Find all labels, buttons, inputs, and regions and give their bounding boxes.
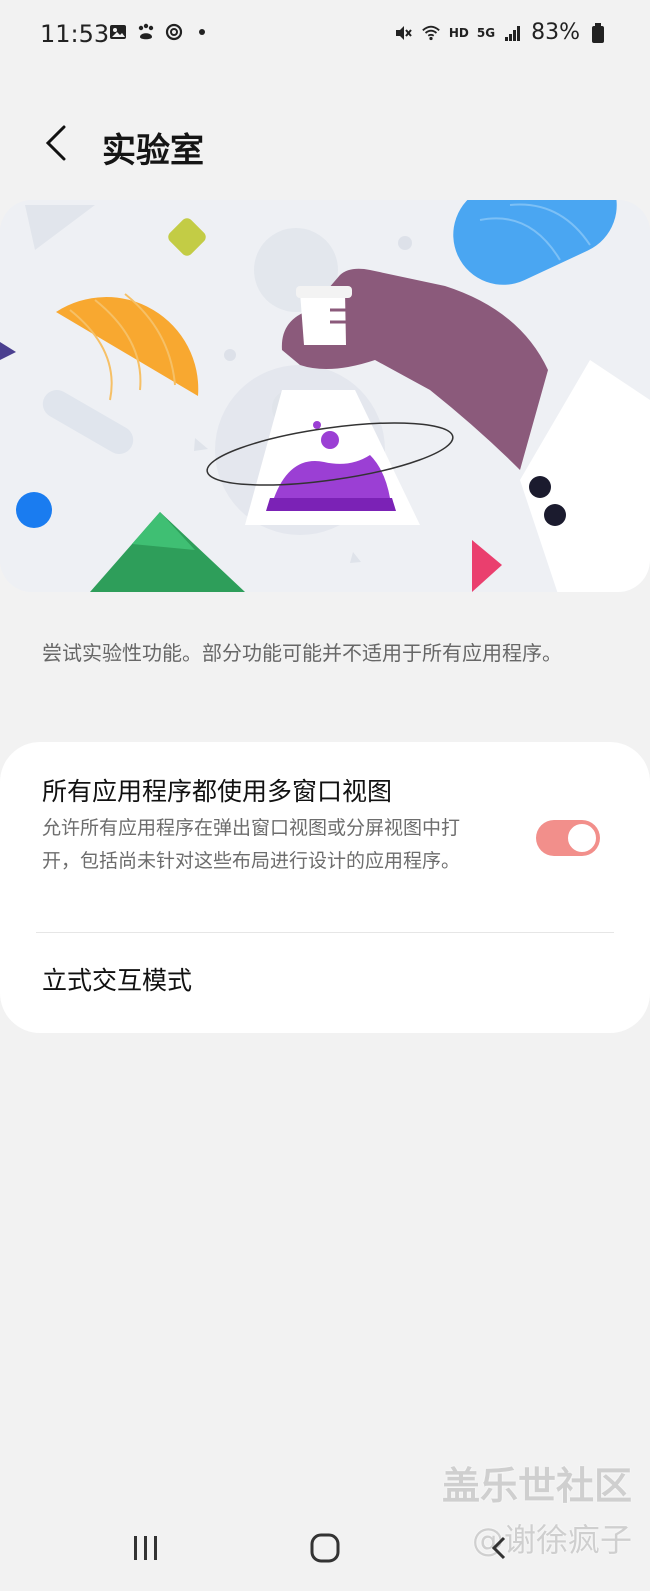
multi-window-toggle[interactable] (536, 820, 600, 856)
multi-window-setting[interactable]: 所有应用程序都使用多窗口视图 允许所有应用程序在弹出窗口视图或分屏视图中打开，包… (0, 742, 650, 932)
home-button[interactable] (295, 1528, 355, 1568)
back-button[interactable] (42, 123, 70, 163)
lab-flask-illustration (0, 200, 650, 592)
hd-label: HD (448, 25, 469, 40)
back-icon (491, 1536, 506, 1560)
recents-button[interactable] (116, 1528, 176, 1568)
sync-icon (164, 22, 184, 42)
network-type-label: 5G (476, 25, 496, 40)
recents-icon (134, 1536, 157, 1560)
app-bar: 实验室 (0, 105, 650, 185)
status-left-icons (108, 22, 212, 42)
mute-icon (393, 23, 413, 43)
toggle-knob (566, 822, 598, 854)
settings-card: 所有应用程序都使用多窗口视图 允许所有应用程序在弹出窗口视图或分屏视图中打开，包… (0, 742, 650, 1033)
hero-illustration (0, 200, 650, 592)
home-icon (310, 1533, 340, 1563)
watermark-title: 盖乐世社区 (441, 1464, 632, 1508)
setting-title: 立式交互模式 (42, 966, 193, 995)
baidu-paw-icon (136, 22, 156, 42)
chevron-left-icon (45, 125, 66, 161)
gallery-icon (108, 22, 128, 42)
wifi-icon (421, 23, 441, 43)
status-right-icons: HD 5G 83% (393, 20, 608, 45)
setting-title: 所有应用程序都使用多窗口视图 (42, 777, 393, 806)
setting-subtitle: 允许所有应用程序在弹出窗口视图或分屏视图中打开，包括尚未针对这些布局进行设计的应… (42, 817, 461, 872)
status-bar: 11:53 HD 5G 83% (0, 0, 650, 70)
page-title: 实验室 (102, 131, 204, 171)
status-time: 11:53 (40, 20, 110, 48)
battery-percent: 83% (531, 20, 580, 45)
battery-icon (588, 22, 608, 43)
signal-icon (503, 23, 523, 43)
navigation-bar (0, 1510, 650, 1591)
dot-icon (192, 22, 212, 42)
flex-mode-setting[interactable]: 立式交互模式 (0, 933, 650, 1033)
back-nav-button[interactable] (470, 1528, 530, 1568)
page-description: 尝试实验性功能。部分功能可能并不适用于所有应用程序。 (42, 641, 562, 665)
